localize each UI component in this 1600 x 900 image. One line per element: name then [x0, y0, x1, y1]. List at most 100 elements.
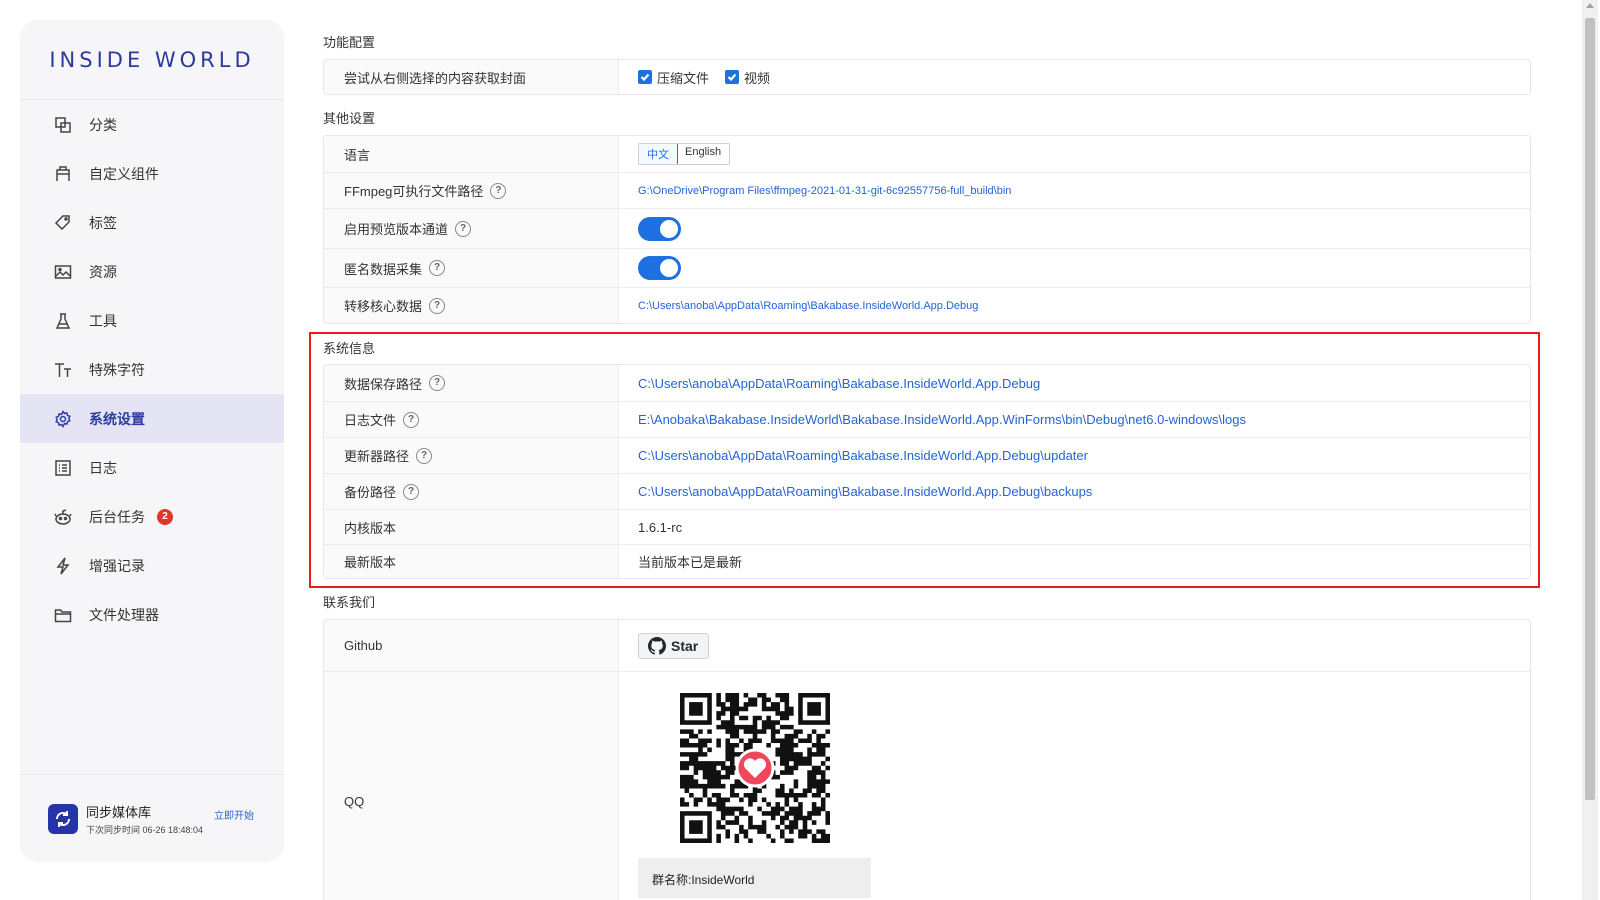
scrollbar-thumb[interactable]	[1585, 18, 1595, 800]
ffmpeg-label: FFmpeg可执行文件路径	[344, 184, 484, 199]
sidebar-item-label: 自定义组件	[89, 165, 159, 182]
sidebar-item-label: 标签	[89, 214, 117, 231]
section-title-feature-config: 功能配置	[323, 35, 376, 50]
section-title-contact: 联系我们	[323, 595, 376, 610]
help-icon[interactable]: ?	[403, 411, 420, 428]
text-icon	[54, 361, 72, 379]
flask-icon	[54, 312, 72, 330]
sidebar-item-label: 后台任务	[89, 508, 145, 525]
help-icon[interactable]: ?	[403, 483, 420, 500]
folder-icon	[54, 606, 72, 624]
sidebar-item-system-settings[interactable]: 系统设置	[20, 394, 284, 443]
page-scrollbar[interactable]	[1582, 0, 1598, 900]
sidebar-item-tools[interactable]: 工具	[20, 296, 284, 345]
help-icon[interactable]: ?	[416, 447, 433, 464]
sidebar: INSIDE WORLD 分类 自定义组件 标签 资源 工具 特殊字符 系统设置…	[20, 20, 284, 862]
migrate-data-label: 转移核心数据	[344, 299, 423, 314]
migrate-data-path-link[interactable]: C:\Users\anoba\AppData\Roaming\Bakabase.…	[638, 300, 978, 312]
github-star-button[interactable]: Star	[638, 632, 710, 659]
sync-start-button[interactable]: 立即开始	[214, 807, 254, 822]
data-path-label: 数据保存路径	[344, 376, 423, 392]
cover-source-row: 尝试从右侧选择的内容获取封面 压缩文件 视频	[324, 60, 1530, 94]
backup-path-link[interactable]: C:\Users\anoba\AppData\Roaming\Bakabase.…	[638, 484, 1092, 499]
app-logo: INSIDE WORLD	[20, 20, 284, 100]
sidebar-item-label: 系统设置	[89, 410, 145, 427]
latest-version-value: 当前版本已是最新	[638, 555, 743, 570]
checkbox-checked-icon	[725, 70, 740, 84]
updater-path-label: 更新器路径	[344, 449, 410, 464]
contact-panel: Github Star QQ 群名称:InsideWorld	[323, 619, 1531, 900]
section-title-system-info: 系统信息	[323, 341, 376, 356]
sidebar-item-custom-component[interactable]: 自定义组件	[20, 149, 284, 198]
section-title-other-settings: 其他设置	[323, 111, 376, 126]
help-icon[interactable]: ?	[429, 260, 446, 276]
sync-next-time: 下次同步时间 06-26 18:48:04	[86, 824, 204, 835]
log-file-label: 日志文件	[344, 413, 397, 428]
sidebar-item-label: 工具	[89, 312, 117, 329]
language-option-zh[interactable]: 中文	[639, 144, 678, 164]
sidebar-nav: 分类 自定义组件 标签 资源 工具 特殊字符 系统设置 日志 后台任务 2 增强…	[20, 100, 284, 639]
sidebar-item-background-tasks[interactable]: 后台任务 2	[20, 492, 284, 541]
gear-icon	[54, 409, 72, 428]
cover-source-label: 尝试从右侧选择的内容获取封面	[324, 60, 619, 94]
data-path-link[interactable]: C:\Users\anoba\AppData\Roaming\Bakabase.…	[638, 376, 1040, 391]
help-icon[interactable]: ?	[455, 220, 472, 237]
help-icon[interactable]: ?	[429, 375, 446, 391]
sidebar-item-label: 文件处理器	[89, 606, 159, 623]
log-file-link[interactable]: E:\Anobaka\Bakabase.InsideWorld\Bakabase…	[638, 412, 1246, 427]
log-file-row: 日志文件 ? E:\Anobaka\Bakabase.InsideWorld\B…	[324, 401, 1530, 437]
task-count-badge: 2	[157, 508, 173, 525]
latest-version-label: 最新版本	[324, 545, 619, 578]
updater-path-link[interactable]: C:\Users\anoba\AppData\Roaming\Bakabase.…	[638, 448, 1088, 463]
video-checkbox[interactable]: 视频	[725, 68, 770, 87]
github-label: Github	[324, 620, 619, 671]
language-option-en[interactable]: English	[677, 144, 729, 164]
system-info-panel: 数据保存路径 ? C:\Users\anoba\AppData\Roaming\…	[323, 364, 1531, 579]
compressed-file-checkbox[interactable]: 压缩文件	[638, 68, 709, 87]
language-row: 语言 中文 English	[324, 136, 1530, 172]
lightning-icon	[54, 557, 72, 575]
data-path-row: 数据保存路径 ? C:\Users\anoba\AppData\Roaming\…	[324, 365, 1530, 401]
preview-channel-toggle[interactable]	[638, 216, 681, 241]
sidebar-item-label: 资源	[89, 263, 117, 280]
language-selector: 中文 English	[638, 143, 731, 165]
sidebar-item-file-processor[interactable]: 文件处理器	[20, 590, 284, 639]
qrcode-image	[680, 693, 830, 843]
sidebar-item-label: 增强记录	[89, 557, 145, 574]
latest-version-row: 最新版本 当前版本已是最新	[324, 544, 1530, 578]
sidebar-item-tags[interactable]: 标签	[20, 198, 284, 247]
qq-label: QQ	[324, 672, 619, 900]
qq-group-qrcode	[680, 693, 830, 843]
core-version-value: 1.6.1-rc	[638, 519, 683, 535]
sidebar-item-label: 分类	[89, 116, 117, 133]
anonymous-data-toggle[interactable]	[638, 256, 681, 280]
checkbox-checked-icon	[638, 70, 652, 84]
help-icon[interactable]: ?	[490, 182, 507, 199]
sidebar-item-label: 日志	[89, 459, 117, 476]
sidebar-item-label: 特殊字符	[89, 361, 145, 378]
backup-path-label: 备份路径	[344, 485, 397, 500]
sidebar-item-category[interactable]: 分类	[20, 100, 284, 149]
anonymous-data-row: 匿名数据采集 ?	[324, 248, 1530, 287]
sync-icon	[48, 803, 78, 834]
ffmpeg-path-link[interactable]: G:\OneDrive\Program Files\ffmpeg-2021-01…	[638, 185, 1011, 197]
sidebar-item-resources[interactable]: 资源	[20, 247, 284, 296]
backup-path-row: 备份路径 ? C:\Users\anoba\AppData\Roaming\Ba…	[324, 473, 1530, 509]
ffmpeg-row: FFmpeg可执行文件路径 ? G:\OneDrive\Program File…	[324, 172, 1530, 208]
settings-main: 功能配置 尝试从右侧选择的内容获取封面 压缩文件 视频 其他设置 语言 中文 E…	[323, 0, 1531, 900]
github-icon	[648, 636, 666, 655]
sync-media-library: 同步媒体库 下次同步时间 06-26 18:48:04 立即开始	[20, 774, 284, 862]
tag-icon	[54, 214, 72, 232]
qq-row: QQ 群名称:InsideWorld	[324, 671, 1530, 900]
image-icon	[54, 263, 72, 281]
feature-config-panel: 尝试从右侧选择的内容获取封面 压缩文件 视频	[323, 59, 1531, 95]
language-label: 语言	[324, 136, 619, 172]
scroll-up-arrow-icon[interactable]	[1586, 3, 1594, 8]
help-icon[interactable]: ?	[429, 297, 446, 314]
other-settings-panel: 语言 中文 English FFmpeg可执行文件路径 ? G:\OneDriv…	[323, 135, 1531, 324]
anonymous-data-label: 匿名数据采集	[344, 261, 423, 277]
sidebar-item-special-chars[interactable]: 特殊字符	[20, 345, 284, 394]
sync-title: 同步媒体库	[86, 804, 152, 820]
sidebar-item-enhance-records[interactable]: 增强记录	[20, 541, 284, 590]
sidebar-item-log[interactable]: 日志	[20, 443, 284, 492]
